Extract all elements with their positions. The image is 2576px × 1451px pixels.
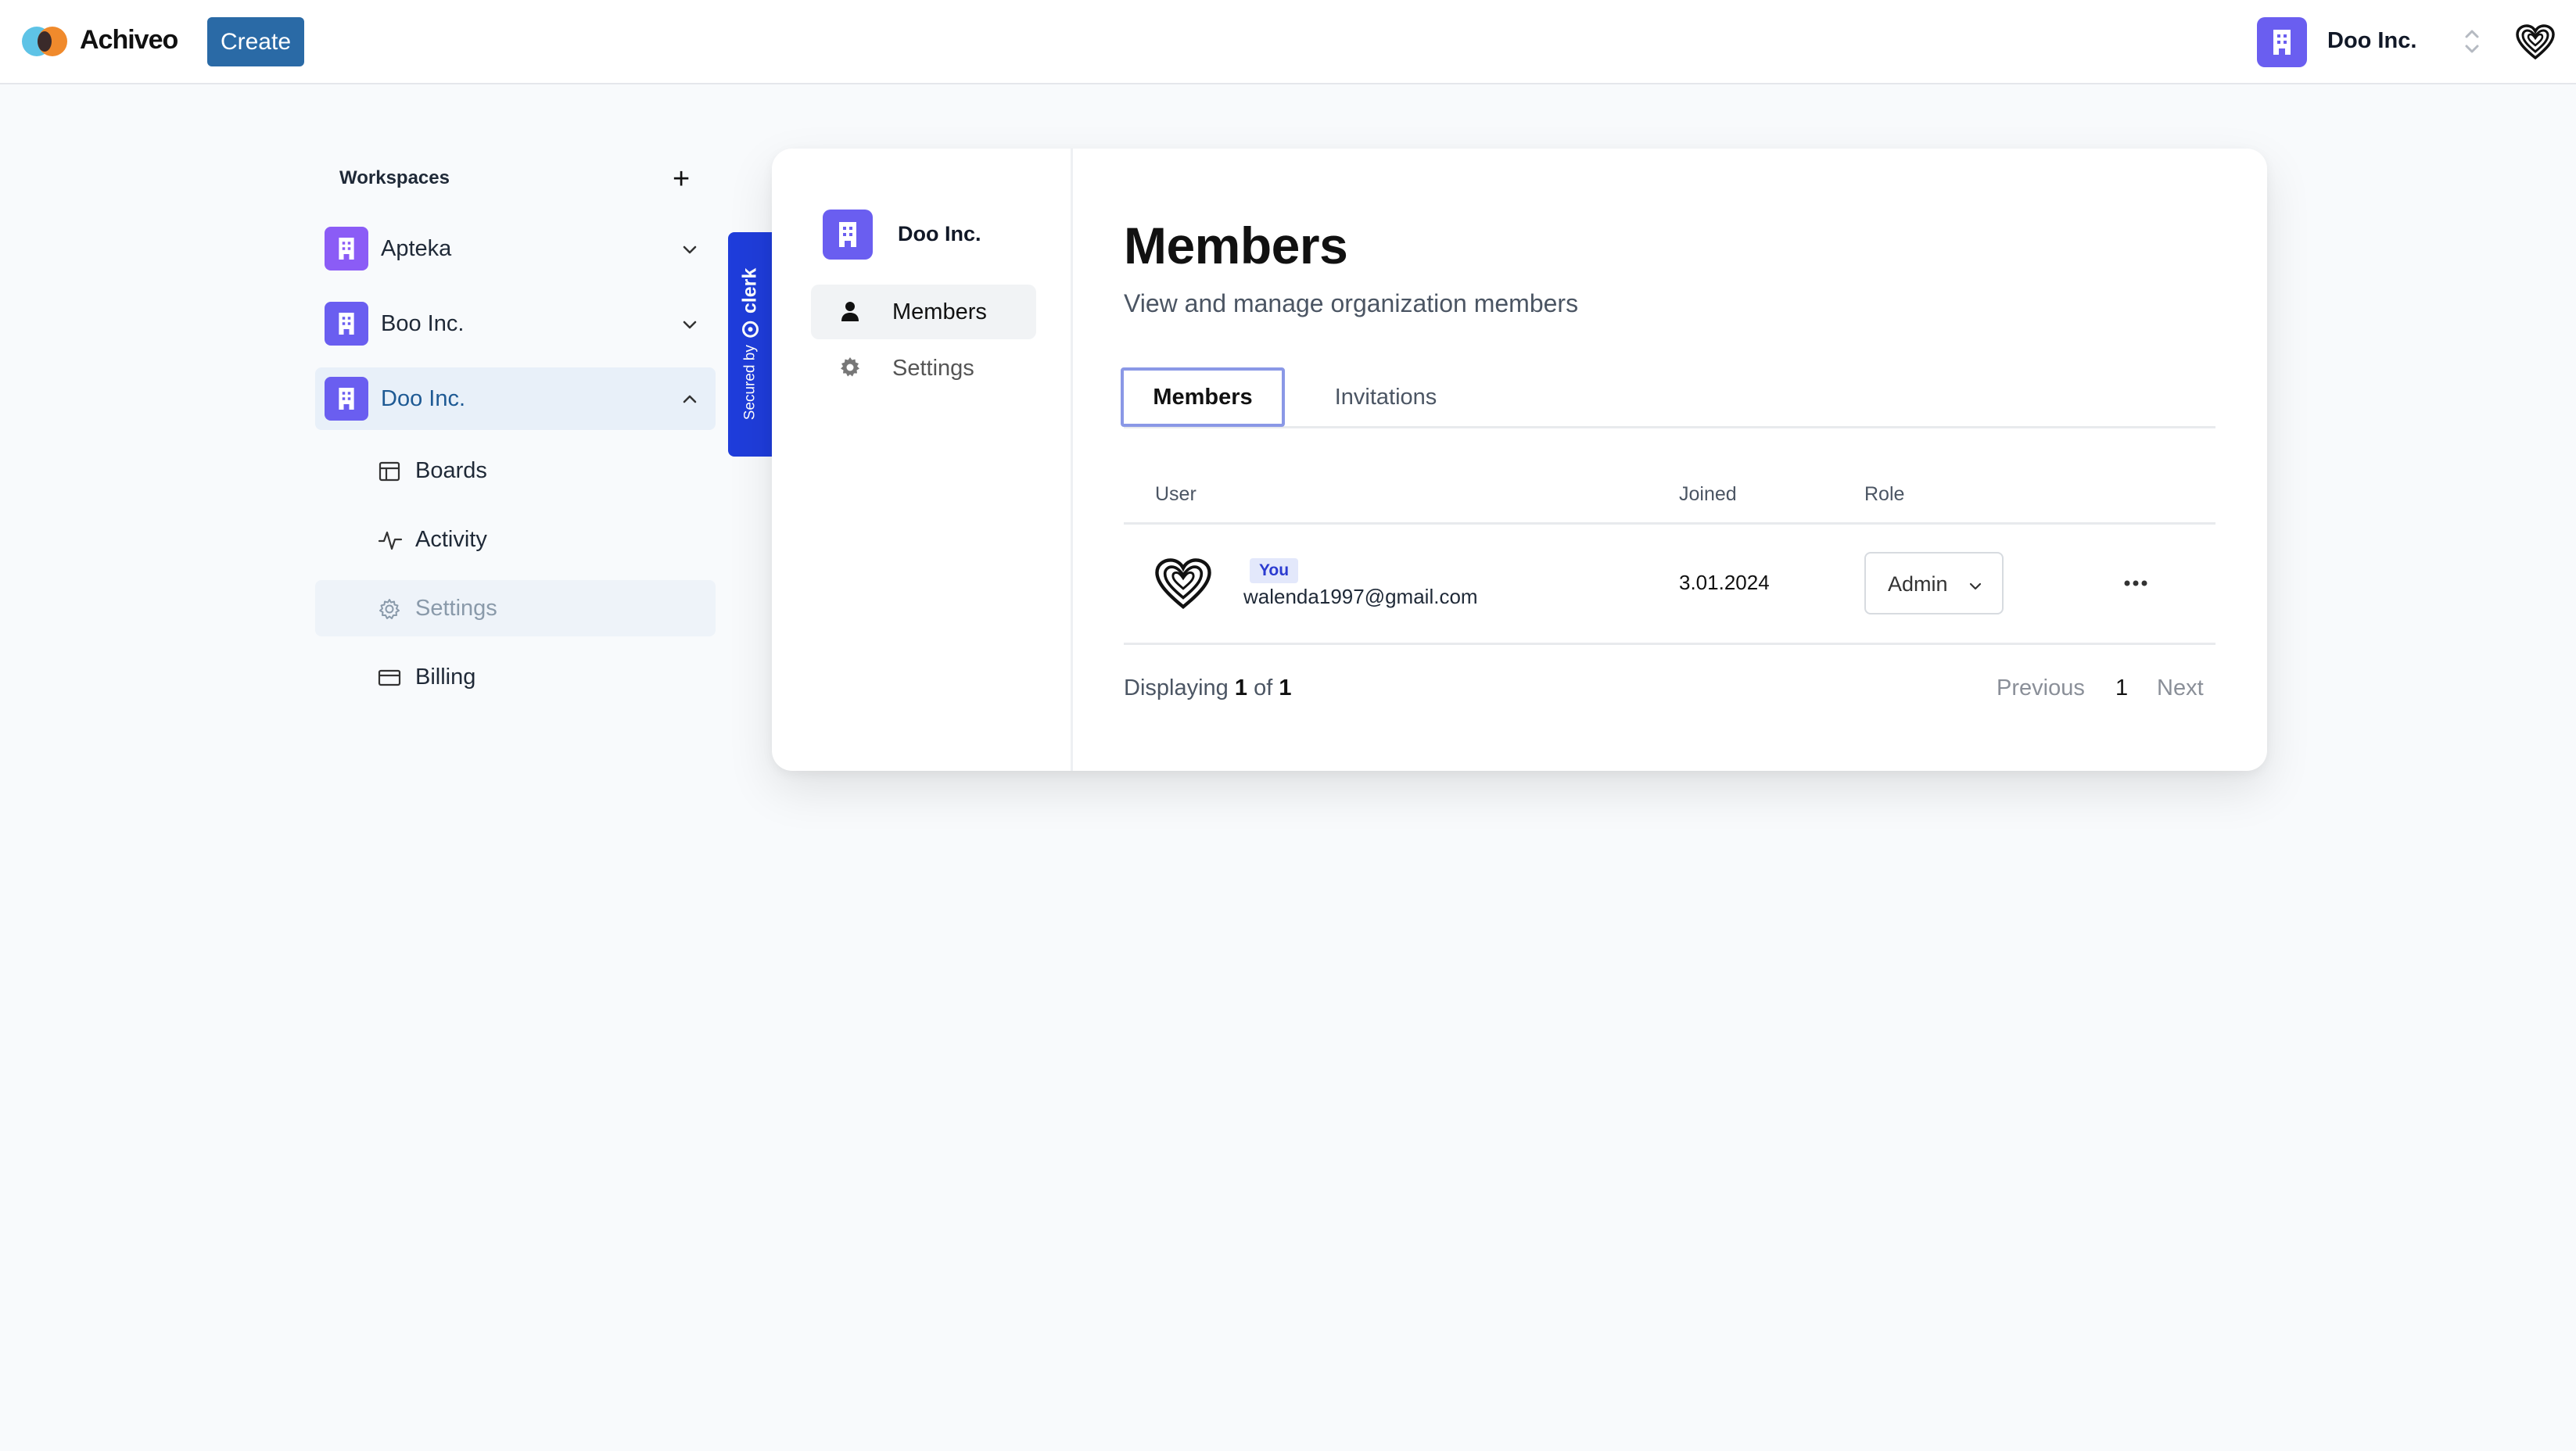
workspace-label: Doo Inc. bbox=[381, 386, 465, 411]
building-icon bbox=[339, 313, 354, 335]
workspace-item-doo-inc[interactable]: Doo Inc. bbox=[315, 367, 716, 430]
nav-item-label: Members bbox=[892, 299, 987, 324]
you-badge: You bbox=[1250, 558, 1298, 583]
nav-item-settings[interactable]: Settings bbox=[811, 341, 1036, 396]
chevron-down-icon bbox=[683, 245, 697, 254]
secured-by-clerk-badge[interactable]: Secured by clerk bbox=[728, 232, 772, 457]
role-select[interactable]: Admin bbox=[1864, 552, 2004, 614]
column-header-user: User bbox=[1155, 483, 1197, 505]
user-avatar-heart-icon[interactable] bbox=[2515, 23, 2556, 61]
gear-icon bbox=[379, 599, 400, 619]
sidebar-item-label: Settings bbox=[415, 596, 497, 621]
gear-icon bbox=[841, 357, 859, 377]
chevron-up-icon bbox=[683, 395, 697, 403]
building-icon bbox=[339, 238, 354, 260]
achiveo-logo[interactable] bbox=[22, 25, 69, 56]
table-header-divider bbox=[1124, 522, 2215, 525]
org-name: Doo Inc. bbox=[898, 222, 981, 245]
clerk-brand-label: clerk bbox=[738, 267, 761, 314]
activity-icon bbox=[378, 531, 403, 550]
workspace-item-boo-inc[interactable]: Boo Inc. bbox=[315, 292, 716, 355]
building-icon bbox=[339, 388, 354, 410]
page-subtitle: View and manage organization members bbox=[1124, 289, 1579, 317]
brand-name[interactable]: Achiveo bbox=[80, 25, 178, 56]
nav-item-members[interactable]: Members bbox=[811, 285, 1036, 339]
nav-item-label: Settings bbox=[892, 356, 974, 381]
sidebar-item-activity[interactable]: Activity bbox=[315, 511, 716, 568]
building-icon bbox=[2273, 30, 2291, 55]
pagination-page-1[interactable]: 1 bbox=[2115, 675, 2128, 701]
workspace-avatar bbox=[325, 227, 368, 270]
workspace-avatar bbox=[325, 302, 368, 346]
layout-icon bbox=[379, 461, 400, 482]
workspace-item-apteka[interactable]: Apteka bbox=[315, 217, 716, 280]
org-switcher[interactable]: Doo Inc. bbox=[2257, 16, 2492, 67]
tabs-divider bbox=[1124, 426, 2215, 428]
secured-by-label: Secured by bbox=[741, 345, 758, 421]
chevron-down-icon bbox=[1969, 582, 1982, 590]
page-title: Members bbox=[1124, 217, 1348, 274]
role-select-value: Admin bbox=[1888, 572, 1948, 596]
org-avatar bbox=[823, 210, 873, 260]
table-row-divider bbox=[1124, 643, 2215, 645]
tab-members[interactable]: Members bbox=[1121, 367, 1285, 427]
org-switcher-name: Doo Inc. bbox=[2327, 28, 2417, 53]
chevron-down-icon bbox=[683, 321, 697, 329]
member-joined-date: 3.01.2024 bbox=[1679, 571, 1770, 594]
workspace-label: Boo Inc. bbox=[381, 311, 465, 336]
sidebar-item-label: Billing bbox=[415, 665, 476, 690]
member-avatar-heart-icon bbox=[1155, 558, 1211, 609]
pagination-next-button[interactable]: Next bbox=[2157, 675, 2204, 701]
sidebar-item-settings[interactable]: Settings bbox=[315, 580, 716, 636]
sidebar-item-boards[interactable]: Boards bbox=[315, 442, 716, 499]
sidebar-item-billing[interactable]: Billing bbox=[315, 649, 716, 705]
column-header-joined: Joined bbox=[1679, 483, 1737, 505]
more-actions-icon[interactable] bbox=[2120, 568, 2151, 599]
org-avatar bbox=[2257, 17, 2307, 67]
clerk-logo-icon bbox=[741, 321, 759, 338]
credit-card-icon bbox=[378, 669, 401, 686]
column-header-role: Role bbox=[1864, 483, 1905, 505]
building-icon bbox=[839, 222, 856, 247]
organization-nav: Doo Inc. Members Settings bbox=[772, 149, 1073, 771]
pagination-summary: Displaying 1 of 1 bbox=[1124, 675, 1292, 700]
user-icon bbox=[841, 302, 859, 321]
member-email: walenda1997@gmail.com bbox=[1243, 585, 1478, 608]
organization-profile-card: Doo Inc. Members Settings Members View a… bbox=[772, 149, 2267, 771]
workspaces-title: Workspaces bbox=[339, 167, 450, 188]
chevron-updown-icon bbox=[2465, 30, 2479, 53]
pagination-previous-button[interactable]: Previous bbox=[1997, 675, 2085, 701]
tab-invitations[interactable]: Invitations bbox=[1311, 367, 1460, 427]
workspace-avatar bbox=[325, 377, 368, 421]
sidebar-item-label: Boards bbox=[415, 458, 487, 483]
workspace-label: Apteka bbox=[381, 236, 452, 261]
create-button[interactable]: Create bbox=[207, 17, 304, 66]
top-navbar: Achiveo Create Doo Inc. bbox=[0, 0, 2576, 84]
add-workspace-button[interactable]: + bbox=[673, 164, 690, 194]
sidebar-item-label: Activity bbox=[415, 527, 487, 552]
